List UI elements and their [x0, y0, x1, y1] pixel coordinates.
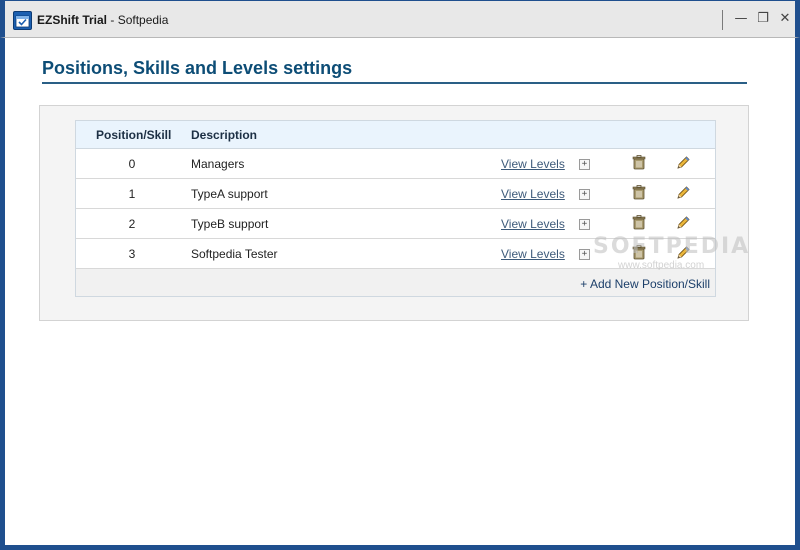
- pencil-icon[interactable]: [675, 155, 691, 171]
- table-footer: + Add New Position/Skill: [76, 269, 715, 298]
- view-levels-link[interactable]: View Levels: [501, 247, 565, 261]
- expand-icon[interactable]: +: [579, 219, 590, 230]
- column-header-position: Position/Skill: [96, 128, 172, 142]
- position-description: Managers: [191, 157, 245, 171]
- table-row: 0 Managers View Levels +: [76, 149, 715, 179]
- column-header-description: Description: [191, 128, 258, 142]
- titlebar-divider: [722, 10, 723, 30]
- pencil-icon[interactable]: [675, 215, 691, 231]
- view-levels-link[interactable]: View Levels: [501, 157, 565, 171]
- position-id: 3: [128, 247, 136, 261]
- pencil-icon[interactable]: [675, 185, 691, 201]
- add-position-link[interactable]: + Add New Position/Skill: [580, 277, 710, 291]
- position-id: 2: [128, 217, 136, 231]
- page-title: Positions, Skills and Levels settings: [42, 58, 747, 84]
- position-description: Softpedia Tester: [191, 247, 278, 261]
- trash-icon[interactable]: [632, 185, 646, 200]
- minimize-button[interactable]: —: [732, 10, 750, 28]
- view-levels-link[interactable]: View Levels: [501, 187, 565, 201]
- view-levels-link[interactable]: View Levels: [501, 217, 565, 231]
- position-description: TypeA support: [191, 187, 268, 201]
- position-id: 1: [128, 187, 136, 201]
- page-content: Positions, Skills and Levels settings Po…: [5, 38, 795, 545]
- expand-icon[interactable]: +: [579, 189, 590, 200]
- expand-icon[interactable]: +: [579, 249, 590, 260]
- trash-icon[interactable]: [632, 155, 646, 170]
- position-description: TypeB support: [191, 217, 269, 231]
- app-icon: [13, 11, 32, 30]
- settings-panel: Position/Skill Description 0 Managers Vi…: [39, 105, 749, 321]
- title-bar[interactable]: EZShift Trial - Softpedia — ❐ ✕: [0, 0, 800, 38]
- window-title: EZShift Trial - Softpedia: [37, 13, 168, 27]
- watermark-logo: SOFTPEDIA: [593, 234, 751, 259]
- position-id: 0: [128, 157, 136, 171]
- window-title-separator: -: [107, 13, 118, 27]
- watermark-url: www.softpedia.com: [618, 260, 705, 271]
- app-window: EZShift Trial - Softpedia — ❐ ✕ Position…: [0, 0, 800, 550]
- window-title-site: Softpedia: [117, 13, 169, 27]
- table-row: 1 TypeA support View Levels +: [76, 179, 715, 209]
- trash-icon[interactable]: [632, 215, 646, 230]
- table-header: Position/Skill Description: [76, 121, 715, 149]
- close-button[interactable]: ✕: [776, 10, 794, 28]
- window-title-app: EZShift Trial: [37, 13, 108, 27]
- maximize-button[interactable]: ❐: [754, 10, 772, 28]
- expand-icon[interactable]: +: [579, 159, 590, 170]
